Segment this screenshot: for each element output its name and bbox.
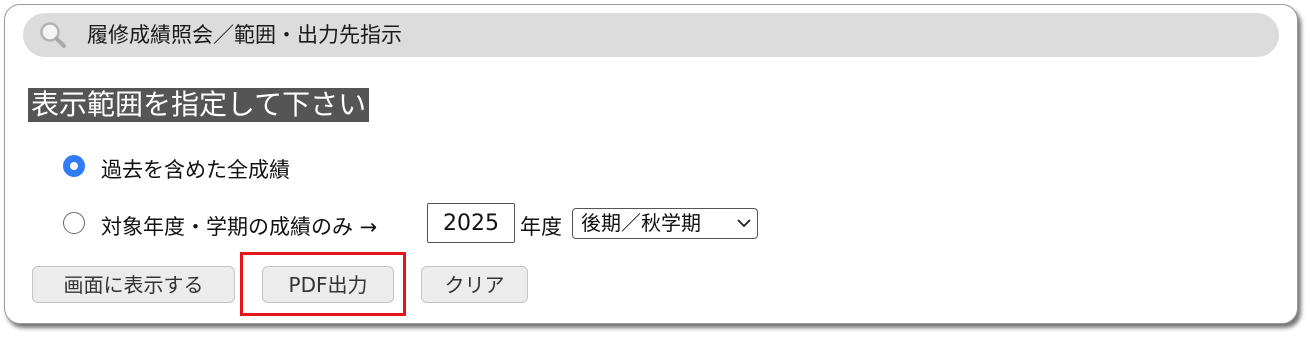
highlight-box (240, 252, 406, 316)
chevron-down-icon (737, 219, 751, 228)
radio-term-grades[interactable] (63, 212, 85, 234)
panel-title-bar: 履修成績照会／範囲・出力先指示 (23, 13, 1279, 57)
search-icon (40, 22, 66, 48)
radio-all-grades-label[interactable]: 過去を含めた全成績 (101, 157, 290, 183)
clear-button[interactable]: クリア (421, 266, 528, 303)
show-on-screen-button[interactable]: 画面に表示する (32, 266, 235, 303)
year-suffix-label: 年度 (520, 215, 562, 239)
radio-all-grades[interactable] (63, 155, 85, 177)
year-input[interactable] (427, 203, 515, 243)
term-select[interactable]: 後期／秋学期 (572, 208, 758, 239)
term-select-value: 後期／秋学期 (581, 211, 701, 235)
page-title: 履修成績照会／範囲・出力先指示 (87, 23, 402, 47)
radio-term-grades-label[interactable]: 対象年度・学期の成績のみ → (101, 214, 377, 240)
section-heading: 表示範囲を指定して下さい (28, 88, 370, 122)
